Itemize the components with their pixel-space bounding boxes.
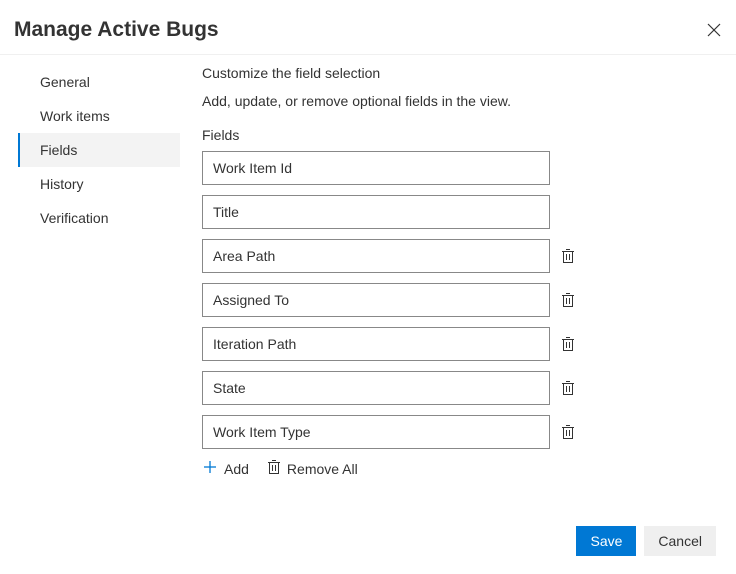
- delete-field-icon[interactable]: [560, 380, 576, 396]
- sidebar-item-label: General: [40, 74, 90, 90]
- field-row: [202, 371, 696, 405]
- field-row: [202, 327, 696, 361]
- sidebar-item-label: Work items: [40, 108, 110, 124]
- field-row: [202, 415, 696, 449]
- field-input[interactable]: [202, 371, 550, 405]
- sidebar-item-fields[interactable]: Fields: [18, 133, 180, 167]
- remove-all-label: Remove All: [287, 461, 358, 477]
- trash-icon: [267, 459, 281, 478]
- main-content: Customize the field selection Add, updat…: [180, 65, 736, 478]
- fields-list: [202, 151, 696, 449]
- sidebar-item-label: Fields: [40, 142, 77, 158]
- sidebar-item-work-items[interactable]: Work items: [18, 99, 180, 133]
- field-input[interactable]: [202, 151, 550, 185]
- field-input[interactable]: [202, 195, 550, 229]
- field-row: [202, 239, 696, 273]
- field-input[interactable]: [202, 327, 550, 361]
- plus-icon: [202, 459, 218, 478]
- dialog-footer: Save Cancel: [576, 526, 716, 556]
- sidebar-item-label: History: [40, 176, 84, 192]
- field-input[interactable]: [202, 239, 550, 273]
- cancel-button[interactable]: Cancel: [644, 526, 716, 556]
- delete-field-icon[interactable]: [560, 336, 576, 352]
- sidebar: General Work items Fields History Verificati…: [0, 65, 180, 478]
- field-row: [202, 195, 696, 229]
- sidebar-item-verification[interactable]: Verification: [18, 201, 180, 235]
- dialog-title: Manage Active Bugs: [14, 18, 219, 42]
- dialog-header: Manage Active Bugs: [0, 0, 736, 55]
- close-icon[interactable]: [706, 22, 722, 38]
- fields-label: Fields: [202, 127, 696, 143]
- sidebar-item-label: Verification: [40, 210, 108, 226]
- field-input[interactable]: [202, 415, 550, 449]
- field-row: [202, 283, 696, 317]
- field-input[interactable]: [202, 283, 550, 317]
- remove-all-button[interactable]: Remove All: [267, 459, 358, 478]
- actions-row: Add Remove All: [202, 459, 696, 478]
- dialog-body: General Work items Fields History Verificati…: [0, 55, 736, 478]
- add-label: Add: [224, 461, 249, 477]
- delete-field-icon[interactable]: [560, 292, 576, 308]
- save-button[interactable]: Save: [576, 526, 636, 556]
- delete-field-icon[interactable]: [560, 248, 576, 264]
- sidebar-item-general[interactable]: General: [18, 65, 180, 99]
- main-title: Customize the field selection: [202, 65, 696, 81]
- field-row: [202, 151, 696, 185]
- delete-field-icon[interactable]: [560, 424, 576, 440]
- sidebar-item-history[interactable]: History: [18, 167, 180, 201]
- main-subtitle: Add, update, or remove optional fields i…: [202, 93, 696, 109]
- add-field-button[interactable]: Add: [202, 459, 249, 478]
